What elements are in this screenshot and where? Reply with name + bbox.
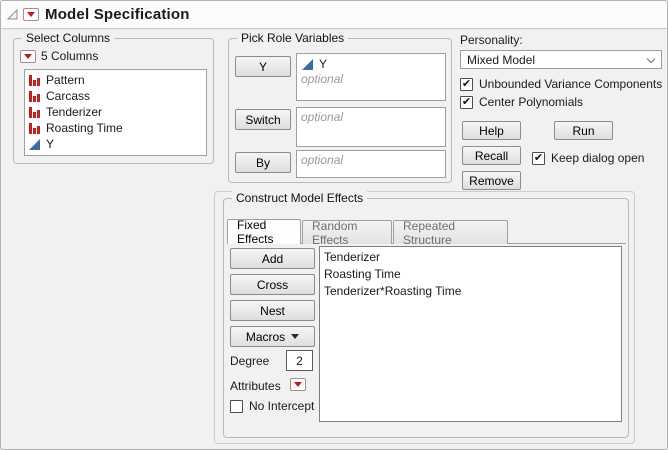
checkbox-checked-icon[interactable]: ✔ [532,152,545,165]
cross-button[interactable]: Cross [230,274,315,295]
tab-repeated-structure[interactable]: Repeated Structure [393,220,508,244]
tab-random-effects[interactable]: Random Effects [302,220,392,244]
construct-model-effects-label: Construct Model Effects [232,191,367,205]
columns-menu-icon[interactable] [20,50,36,63]
switch-role-button[interactable]: Switch [235,109,291,130]
personality-dropdown[interactable]: Mixed Model [460,50,662,69]
by-role-dropzone[interactable]: optional [296,150,446,178]
personality-label: Personality: [460,33,523,47]
list-item[interactable]: Pattern [25,72,206,88]
column-name: Carcass [46,89,90,103]
run-button[interactable]: Run [554,121,613,140]
column-name: Y [46,137,54,151]
macros-button[interactable]: Macros [230,326,315,347]
assigned-variable-name: Y [319,57,327,71]
list-item[interactable]: Y [25,136,206,152]
attributes-label: Attributes [230,379,281,393]
page-title: Model Specification [45,6,190,23]
nominal-icon [28,90,41,103]
center-polynomials-checkbox[interactable]: ✔ Center Polynomials [460,95,583,109]
column-name: Pattern [46,73,85,87]
checkbox-checked-icon[interactable]: ✔ [460,96,473,109]
nominal-icon [28,106,41,119]
pick-role-variables-label: Pick Role Variables [237,31,348,45]
recall-button[interactable]: Recall [462,146,521,165]
tab-fixed-effects[interactable]: Fixed Effects [227,219,301,244]
optional-hint: optional [301,72,445,88]
list-item[interactable]: Tenderizer [25,104,206,120]
checkbox-label: Center Polynomials [479,95,583,109]
dropdown-arrow-icon [291,334,299,339]
effect-item[interactable]: Roasting Time [320,266,621,283]
nest-button[interactable]: Nest [230,300,315,321]
columns-menu[interactable]: 5 Columns [20,49,98,63]
attributes-menu-icon[interactable] [290,378,306,391]
checkbox-checked-icon[interactable]: ✔ [460,78,473,91]
y-role-button[interactable]: Y [235,56,291,77]
optional-hint: optional [301,153,445,169]
y-role-dropzone[interactable]: Y optional [296,53,446,101]
column-name: Roasting Time [46,121,123,135]
select-columns-label: Select Columns [22,31,114,45]
disclosure-triangle-icon[interactable] [6,8,19,21]
effect-item[interactable]: Tenderizer*Roasting Time [320,283,621,300]
pick-role-variables-group: Pick Role Variables Y Y optional Switch … [228,38,452,183]
continuous-icon [28,138,41,151]
checkbox-unchecked-icon[interactable] [230,400,243,413]
unbounded-variance-checkbox[interactable]: ✔ Unbounded Variance Components [460,77,662,91]
construct-model-effects-group: Construct Model Effects Fixed Effects Ra… [223,198,629,438]
column-name: Tenderizer [46,105,102,119]
help-button[interactable]: Help [462,121,521,140]
degree-label: Degree [230,354,269,368]
switch-role-dropzone[interactable]: optional [296,107,446,147]
by-role-button[interactable]: By [235,152,291,173]
macros-label: Macros [246,330,285,344]
select-columns-group: Select Columns 5 Columns Pattern Carcass… [13,38,214,164]
add-button[interactable]: Add [230,248,315,269]
list-item[interactable]: Roasting Time [25,120,206,136]
no-intercept-checkbox[interactable]: No Intercept [230,399,314,413]
personality-selected-value: Mixed Model [467,53,535,67]
model-specification-window: Model Specification Select Columns 5 Col… [0,0,668,450]
assigned-variable[interactable]: Y [301,56,445,72]
chevron-down-icon [647,55,655,63]
checkbox-label: No Intercept [249,399,314,413]
outline-menu-icon[interactable] [23,8,39,21]
columns-list: Pattern Carcass Tenderizer Roasting Time… [24,69,207,156]
optional-hint: optional [301,110,445,126]
degree-input[interactable]: 2 [286,350,313,371]
continuous-icon [301,58,314,71]
outline-title-bar: Model Specification [1,1,667,29]
list-item[interactable]: Carcass [25,88,206,104]
remove-button[interactable]: Remove [462,171,521,190]
nominal-icon [28,74,41,87]
checkbox-label: Keep dialog open [551,151,644,165]
effect-item[interactable]: Tenderizer [320,249,621,266]
keep-dialog-open-checkbox[interactable]: ✔ Keep dialog open [532,151,644,165]
checkbox-label: Unbounded Variance Components [479,77,662,91]
effects-list: Tenderizer Roasting Time Tenderizer*Roas… [319,246,622,422]
columns-count-label: 5 Columns [41,49,98,63]
nominal-icon [28,122,41,135]
degree-value: 2 [296,354,303,368]
